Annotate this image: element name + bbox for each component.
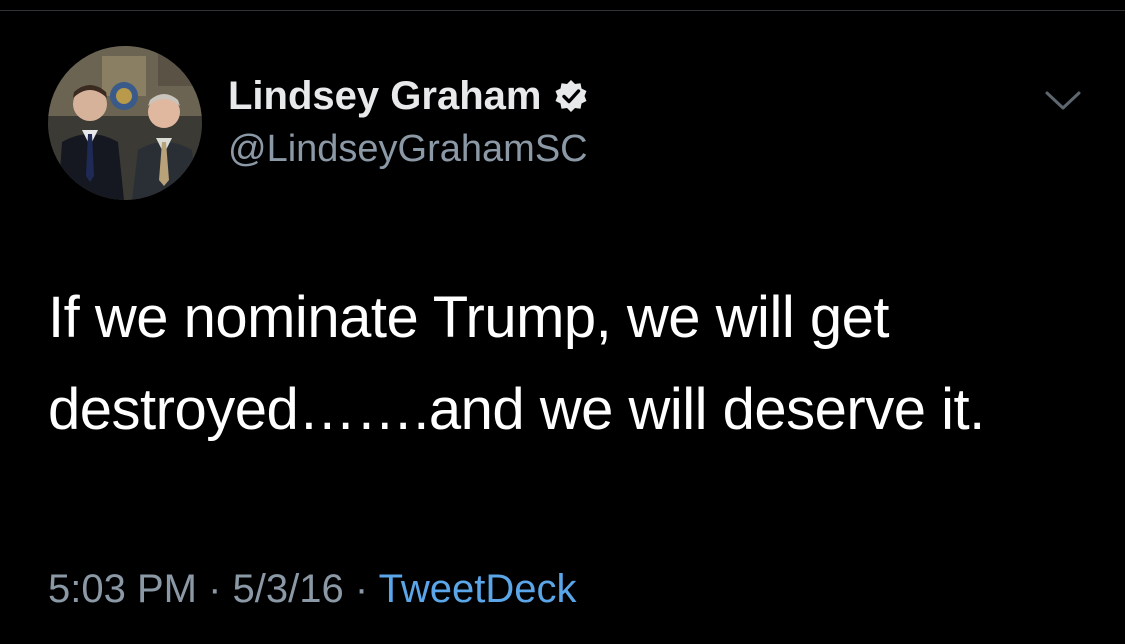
tweet-time[interactable]: 5:03 PM	[48, 567, 197, 611]
verified-badge-icon	[555, 80, 587, 112]
source-link[interactable]: TweetDeck	[379, 567, 577, 611]
tweet-text: If we nominate Trump, we will get destro…	[48, 272, 1088, 456]
tweet-date[interactable]: 5/3/16	[233, 567, 344, 611]
avatar-photo-icon	[48, 46, 202, 200]
meta-separator: ·	[208, 567, 222, 611]
tweet-text-line: destroyed…….and we will deserve it.	[48, 377, 985, 442]
chevron-down-icon[interactable]	[1044, 88, 1082, 114]
handle[interactable]: @LindseyGrahamSC	[228, 126, 589, 172]
name-row: Lindsey Graham	[228, 72, 589, 120]
top-divider	[0, 10, 1125, 11]
tweet-text-line: If we nominate Trump, we will get	[48, 285, 889, 350]
display-name[interactable]: Lindsey Graham	[228, 72, 541, 120]
avatar[interactable]	[48, 46, 202, 200]
tweet-header: Lindsey Graham @LindseyGrahamSC	[228, 72, 589, 172]
tweet-meta: 5:03 PM · 5/3/16 · TweetDeck	[48, 564, 576, 614]
meta-separator: ·	[354, 567, 369, 611]
